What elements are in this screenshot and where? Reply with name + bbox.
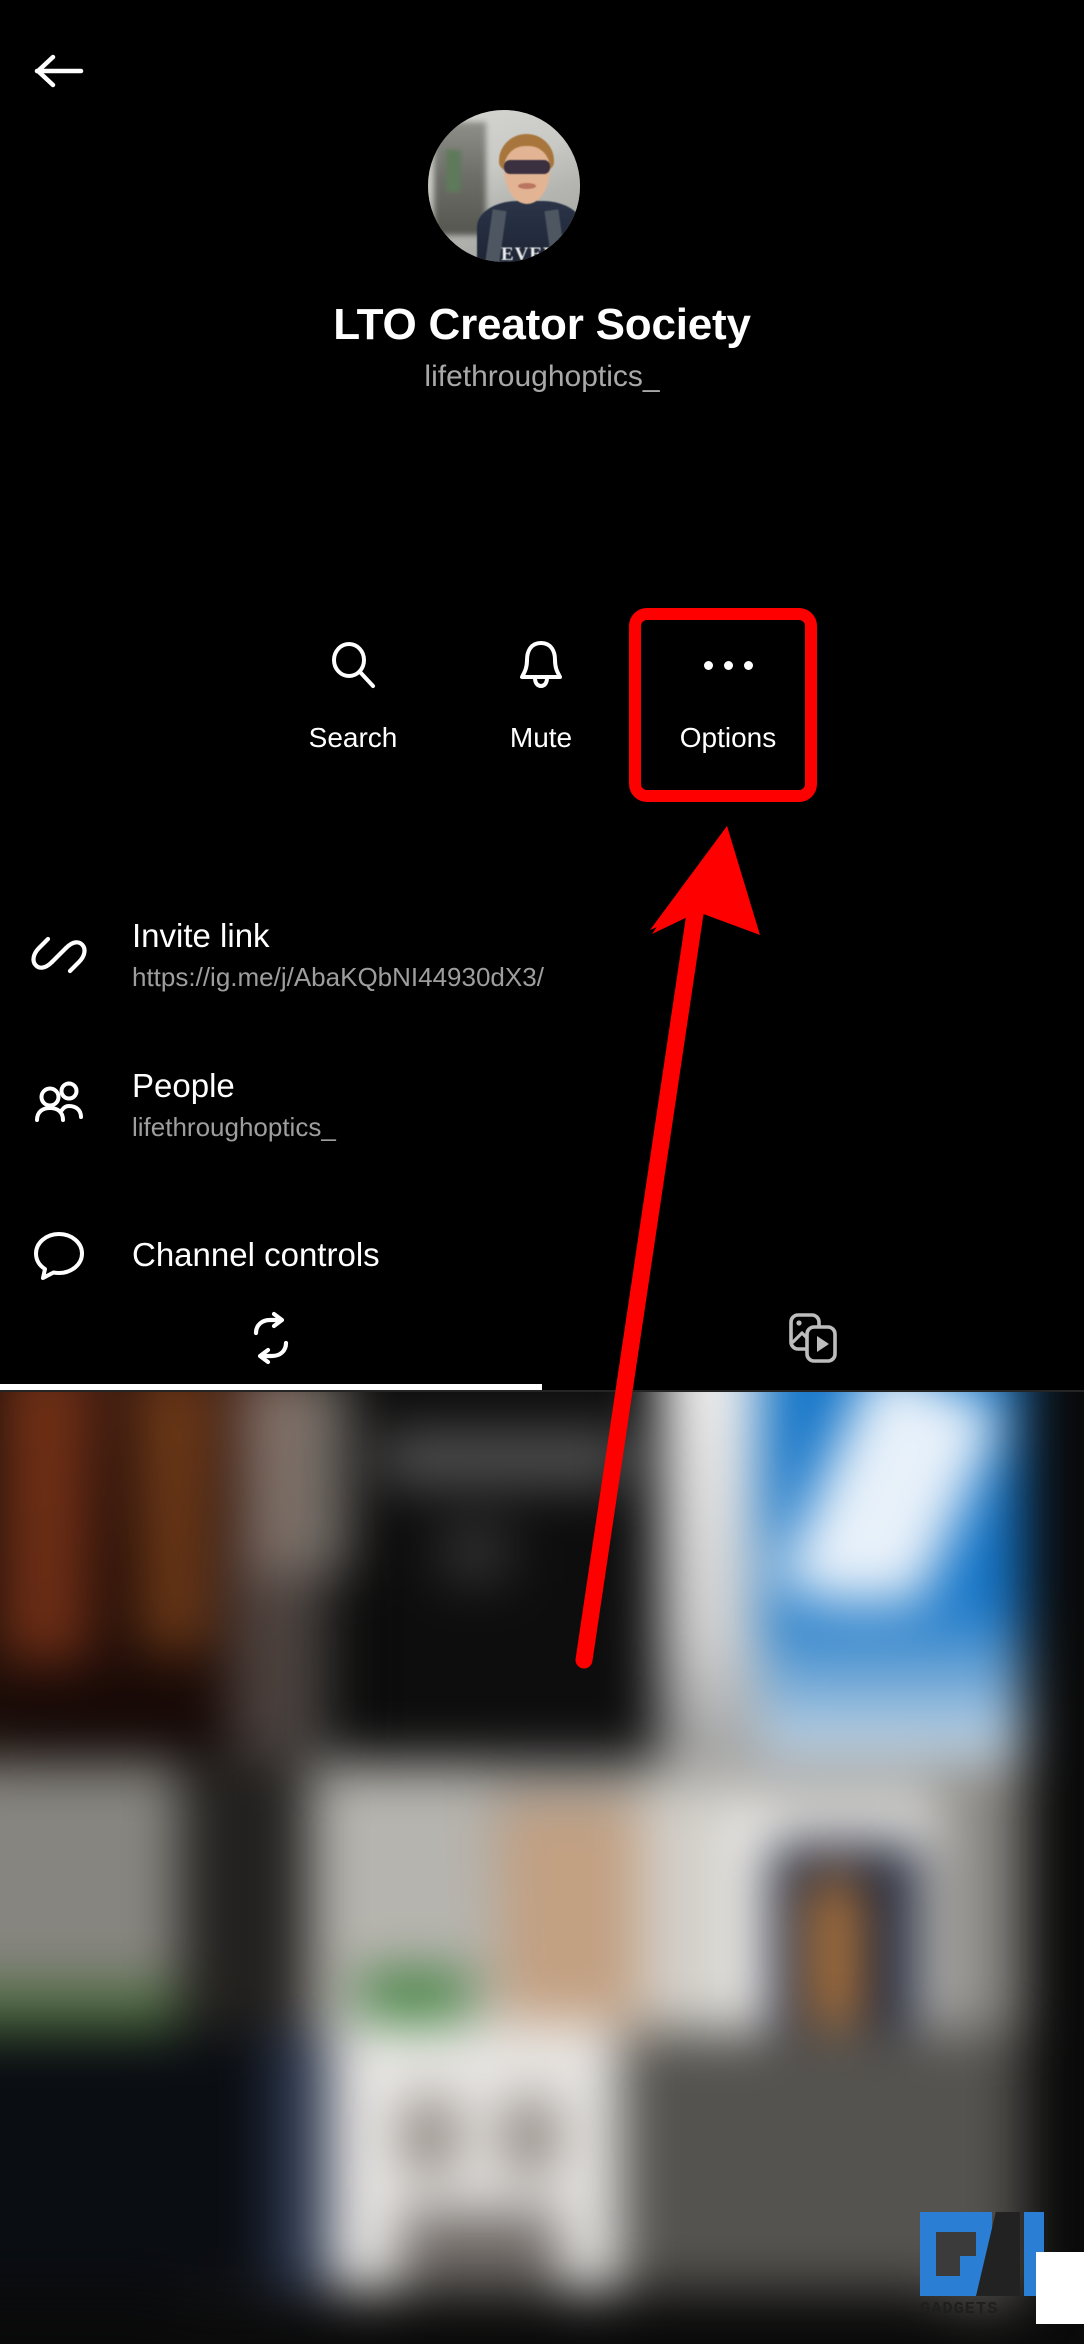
action-row: Search Mute Options — [0, 618, 1084, 798]
avatar-shirt-text: EVERLAST — [500, 243, 580, 262]
watermark-text: GADGETS — [920, 2300, 999, 2319]
row-title: Channel controls — [132, 1235, 380, 1273]
tab-bar — [0, 1288, 1084, 1392]
channel-details-panel: EVERLAST LTO Creator Society lifethrough… — [0, 0, 1084, 1392]
row-subtitle: https://ig.me/j/AbaKQbNI44930dX3/ — [132, 962, 544, 993]
chat-bubble-icon — [30, 1226, 104, 1284]
mute-label: Mute — [509, 722, 573, 753]
search-label: Search — [308, 722, 398, 753]
arrow-left-icon — [34, 49, 86, 93]
options-button[interactable]: Options — [635, 618, 821, 798]
detail-rows: Invite link https://ig.me/j/AbaKQbNI4493… — [0, 880, 1084, 1330]
row-subtitle: lifethroughoptics_ — [132, 1112, 336, 1143]
search-button[interactable]: Search — [260, 618, 446, 798]
search-icon — [327, 626, 379, 704]
row-title: Invite link — [132, 917, 270, 955]
tab-media[interactable] — [542, 1288, 1084, 1392]
tab-reposts[interactable] — [0, 1288, 542, 1392]
watermark: GADGETS — [920, 2212, 1084, 2328]
row-title: People — [132, 1067, 235, 1105]
watermark-white-block — [1036, 2252, 1084, 2324]
media-stack-play-icon — [785, 1310, 841, 1371]
avatar[interactable]: EVERLAST — [428, 110, 580, 262]
channel-handle: lifethroughoptics_ — [424, 360, 660, 393]
blurred-photos — [0, 1392, 1084, 2344]
blurred-content-grid[interactable] — [0, 1392, 1084, 2344]
people-icon — [30, 1076, 104, 1134]
mute-button[interactable]: Mute — [448, 618, 634, 798]
row-people[interactable]: People lifethroughoptics_ — [0, 1030, 1084, 1180]
link-icon — [30, 926, 104, 984]
page-title: LTO Creator Society — [333, 300, 751, 349]
row-invite-link[interactable]: Invite link https://ig.me/j/AbaKQbNI4493… — [0, 880, 1084, 1030]
ellipsis-icon — [703, 626, 753, 704]
options-label: Options — [679, 722, 777, 753]
repost-loop-icon — [243, 1310, 299, 1371]
phone-screenshot: EVERLAST LTO Creator Society lifethrough… — [0, 0, 1084, 2344]
bell-icon — [516, 626, 566, 704]
back-button[interactable] — [22, 42, 98, 100]
